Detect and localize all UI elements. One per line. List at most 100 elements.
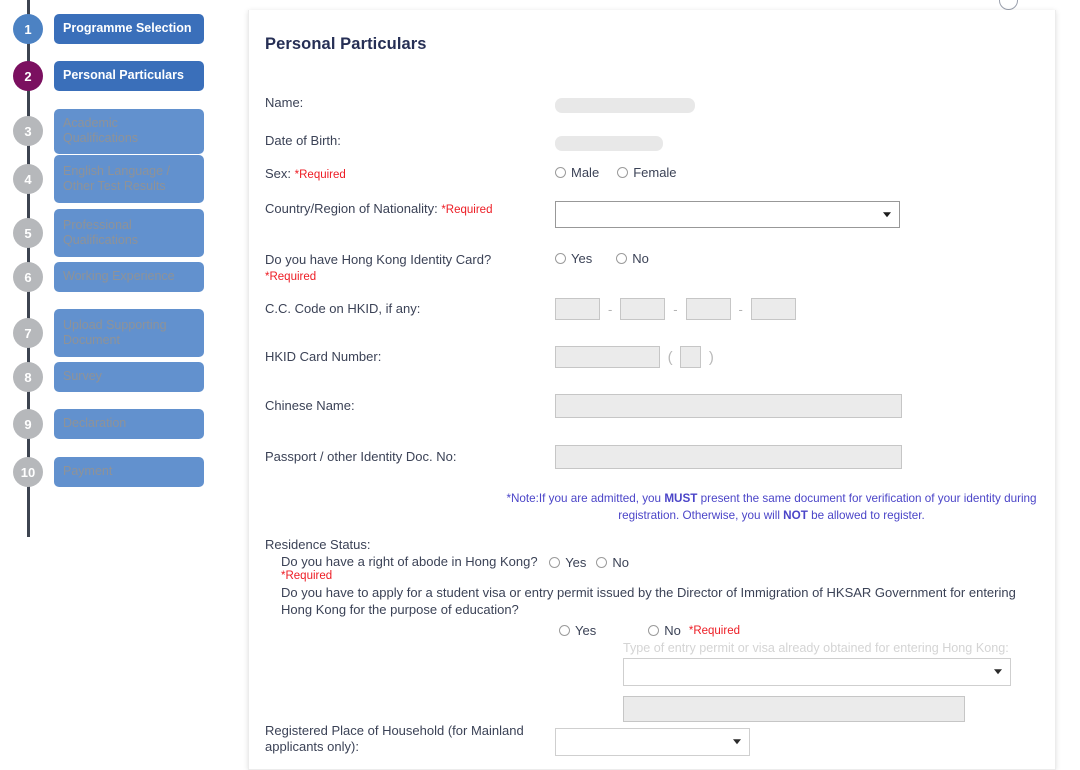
radio-label: Male [571,165,600,180]
right-of-abode-question: Do you have a right of abode in Hong Kon… [281,554,538,569]
sidebar-item-label: English Language / Other Test Results [54,155,204,203]
step-number-badge: 10 [13,457,43,487]
radio-visa-no[interactable]: No [648,623,681,638]
page-header-strip [240,0,1080,10]
radio-label: Yes [571,251,593,266]
sidebar-item-english-language-test-results[interactable]: 4 English Language / Other Test Results [0,155,204,203]
radio-circle-icon [616,253,628,264]
radio-circle-icon [555,167,566,178]
date-of-birth-label: Date of Birth: [265,133,341,148]
residence-status-section: Residence Status: Do you have a right of… [265,537,1045,723]
radio-label: Yes [565,555,587,571]
radio-circle-icon [559,625,570,637]
cc-code-input-4[interactable] [750,298,796,320]
sex-label-text: Sex: [265,166,292,181]
nationality-label-text: Country/Region of Nationality: [265,201,438,216]
radio-has-hkid-yes[interactable]: Yes [555,251,592,266]
radio-has-hkid-no[interactable]: No [616,251,649,266]
radio-circle-icon [617,167,629,178]
close-paren: ) [708,348,714,366]
step-number-badge: 2 [13,61,43,91]
avatar-circle-icon[interactable] [999,0,1018,10]
radio-circle-icon [648,625,660,637]
nationality-select[interactable] [555,201,900,228]
sidebar-item-programme-selection[interactable]: 1 Programme Selection [0,14,204,44]
sidebar-item-personal-particulars[interactable]: 2 Personal Particulars [0,61,204,91]
sidebar-item-label: Personal Particulars [54,61,204,91]
sidebar-item-working-experience[interactable]: 6 Working Experience [0,262,204,292]
radio-abode-no[interactable]: No [596,555,629,570]
chinese-name-input[interactable] [555,394,902,418]
name-label: Name: [265,95,304,110]
has-hkid-label: Do you have Hong Kong Identity Card? *Re… [265,252,535,285]
sidebar-item-label: Survey [54,362,204,392]
nationality-required-marker: *Required [441,204,493,216]
student-visa-required-marker: *Required [688,624,740,637]
radio-circle-icon [549,557,561,569]
sex-required-marker: *Required [294,169,346,181]
radio-circle-icon [596,557,608,569]
student-visa-radio-row: Yes No *Required [559,623,1045,638]
hkid-number-input[interactable] [555,346,660,368]
step-number-badge: 1 [13,14,43,44]
sidebar-item-label: Professional Qualifications [54,209,204,257]
sex-label: Sex: *Required [265,166,535,182]
student-visa-question: Do you have to apply for a student visa … [281,584,1016,617]
radio-sex-female[interactable]: Female [617,165,677,180]
hkid-checkdigit-input[interactable] [680,346,702,368]
chevron-down-icon [883,211,891,217]
right-of-abode-required-marker: *Required [281,570,333,583]
radio-label: No [632,251,649,266]
radio-label: No [664,623,681,639]
cc-code-input-1[interactable] [555,298,600,320]
note-prefix: *Note:If you are admitted, you [506,492,665,505]
has-hkid-required-marker: *Required [265,271,317,284]
sidebar-item-label: Academic Qualifications [54,109,204,154]
open-paren: ( [667,348,673,366]
chinese-name-label: Chinese Name: [265,398,355,413]
sidebar-item-academic-qualifications[interactable]: 3 Academic Qualifications [0,109,204,154]
cc-code-separator: - [673,301,678,317]
household-select[interactable] [555,728,750,756]
entry-permit-select[interactable] [623,658,1011,687]
radio-abode-yes[interactable]: Yes [549,555,586,570]
radio-visa-yes[interactable]: Yes [559,623,596,638]
step-number-badge: 8 [13,362,43,392]
cc-code-label: C.C. Code on HKID, if any: [265,301,421,316]
sidebar-item-survey[interactable]: 8 Survey [0,362,204,392]
sidebar-item-declaration[interactable]: 9 Declaration [0,409,204,439]
has-hkid-label-text: Do you have Hong Kong Identity Card? [265,252,492,267]
sidebar-item-upload-supporting-document[interactable]: 7 Upload Supporting Document [0,309,204,357]
step-number-badge: 5 [13,218,43,248]
cc-code-input-3[interactable] [685,298,731,320]
step-number-badge: 3 [13,116,43,147]
chevron-down-icon [733,739,741,745]
cc-code-separator: - [607,301,613,317]
cc-code-separator: - [738,301,743,317]
hkid-number-label: HKID Card Number: [265,349,382,364]
radio-label: Female [633,165,677,180]
entry-permit-label: Type of entry permit or visa already obt… [623,641,1009,656]
step-number-badge: 7 [13,318,43,348]
step-number-badge: 6 [13,262,43,292]
date-of-birth-value-redacted [555,136,663,151]
step-number-badge: 4 [13,164,43,194]
name-value-redacted [555,98,695,113]
entry-permit-other-input[interactable] [623,696,965,723]
identity-document-note: *Note:If you are admitted, you MUST pres… [499,491,1044,525]
sidebar-item-professional-qualifications[interactable]: 5 Professional Qualifications [0,209,204,257]
note-suffix: be allowed to register. [807,508,925,522]
chevron-down-icon [994,669,1002,675]
passport-input[interactable] [555,445,902,469]
passport-label: Passport / other Identity Doc. No: [265,449,457,464]
note-bold-must: MUST [664,492,698,505]
sidebar-item-label: Programme Selection [54,14,204,44]
cc-code-input-2[interactable] [620,298,666,320]
radio-label: Yes [575,623,597,639]
radio-sex-male[interactable]: Male [555,165,599,180]
personal-particulars-form-card: Personal Particulars Name: Date of Birth… [248,10,1056,770]
sidebar-item-payment[interactable]: 10 Payment [0,457,204,487]
application-step-navigation: 1 Programme Selection 2 Personal Particu… [0,0,240,770]
sidebar-item-label: Working Experience [54,262,204,292]
page-title: Personal Particulars [265,35,427,53]
